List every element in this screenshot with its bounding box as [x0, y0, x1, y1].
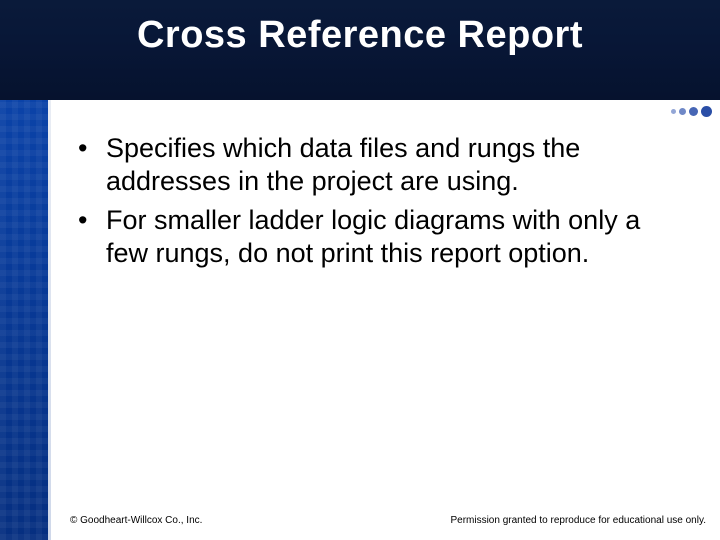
left-accent-bar: [48, 100, 51, 540]
footer-permission: Permission granted to reproduce for educ…: [450, 515, 706, 526]
header-bar: Cross Reference Report: [0, 0, 720, 100]
content-area: Specifies which data files and rungs the…: [78, 132, 678, 276]
list-item: Specifies which data files and rungs the…: [78, 132, 678, 198]
left-sidebar-deco: [0, 100, 48, 540]
bullet-list: Specifies which data files and rungs the…: [78, 132, 678, 270]
footer-copyright: © Goodheart-Willcox Co., Inc.: [70, 515, 202, 526]
slide: Cross Reference Report Specifies which d…: [0, 0, 720, 540]
list-item: For smaller ladder logic diagrams with o…: [78, 204, 678, 270]
page-title: Cross Reference Report: [137, 14, 583, 57]
corner-dots-icon: [671, 106, 712, 117]
